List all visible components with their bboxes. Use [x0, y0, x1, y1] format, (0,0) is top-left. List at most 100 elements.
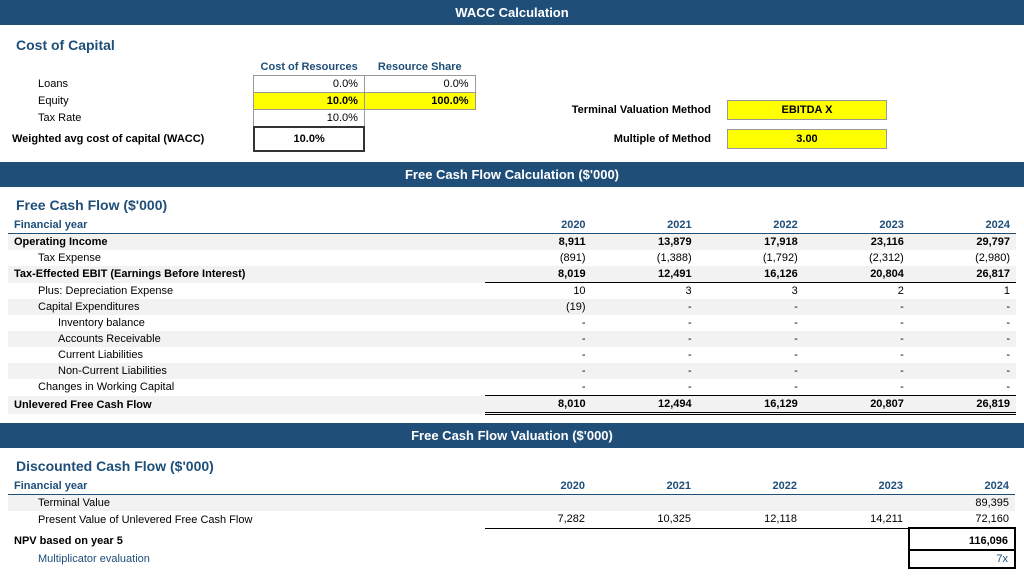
terminal-method-label: Terminal Valuation Method — [572, 104, 711, 116]
fcf-val-1-3: (2,312) — [804, 250, 910, 266]
fcf-val-5-3: - — [804, 315, 910, 331]
fcf-val-2-4: 26,817 — [910, 266, 1016, 283]
dcf-financial-year-label: Financial year — [8, 478, 485, 495]
equity-share[interactable]: 100.0% — [364, 93, 475, 110]
npv-empty-2 — [697, 528, 803, 550]
fcf-val-5-2: - — [698, 315, 804, 331]
fcf-label-9: Changes in Working Capital — [8, 379, 485, 396]
dcf-label-1: Present Value of Unlevered Free Cash Flo… — [8, 511, 485, 528]
fcf-row-5: Inventory balance----- — [8, 315, 1016, 331]
wacc-cost[interactable]: 10.0% — [254, 127, 365, 151]
multiplicator-label: Multiplicator evaluation — [8, 550, 485, 568]
fcf-val-3-4: 1 — [910, 283, 1016, 300]
fcf-row-3: Plus: Depreciation Expense103321 — [8, 283, 1016, 300]
fcf-label-4: Capital Expenditures — [8, 299, 485, 315]
fcf-val-0-2: 17,918 — [698, 234, 804, 251]
dcf-years-header: Financial year 2020 2021 2022 2023 2024 — [8, 478, 1015, 495]
loans-row: Loans 0.0% 0.0% — [8, 76, 1016, 93]
fcf-val-6-3: - — [804, 331, 910, 347]
fcf-row-1: Tax Expense(891)(1,388)(1,792)(2,312)(2,… — [8, 250, 1016, 266]
mult-empty-2 — [697, 550, 803, 568]
fcf-row-4: Capital Expenditures(19)---- — [8, 299, 1016, 315]
fcf-row-7: Current Liabilities----- — [8, 347, 1016, 363]
loans-share[interactable]: 0.0% — [364, 76, 475, 93]
fcf-label-10: Unlevered Free Cash Flow — [8, 396, 485, 414]
dcf-val-0-1 — [591, 495, 697, 512]
financial-year-label: Financial year — [8, 217, 485, 234]
fcf-val-8-1: - — [592, 363, 698, 379]
fcf-val-4-3: - — [804, 299, 910, 315]
fcf-val-2-0: 8,019 — [485, 266, 591, 283]
fcf-val-6-0: - — [485, 331, 591, 347]
fcf-val-9-2: - — [698, 379, 804, 396]
fcf-val-6-4: - — [910, 331, 1016, 347]
fcf-label-5: Inventory balance — [8, 315, 485, 331]
tax-rate-cost[interactable]: 10.0% — [254, 110, 365, 128]
npv-row: NPV based on year 5116,096 — [8, 528, 1015, 550]
cost-resources-header: Cost of Resources — [254, 59, 365, 76]
terminal-method-value[interactable]: EBITDA X — [727, 100, 887, 120]
valuation-header: Free Cash Flow Valuation ($'000) — [0, 423, 1024, 448]
year-2023: 2023 — [804, 217, 910, 234]
fcf-val-6-1: - — [592, 331, 698, 347]
fcf-val-3-2: 3 — [698, 283, 804, 300]
fcf-row-0: Operating Income8,91113,87917,91823,1162… — [8, 234, 1016, 251]
fcf-val-2-1: 12,491 — [592, 266, 698, 283]
fcf-val-3-0: 10 — [485, 283, 591, 300]
fcf-val-1-2: (1,792) — [698, 250, 804, 266]
fcf-val-8-2: - — [698, 363, 804, 379]
mult-empty-3 — [803, 550, 909, 568]
fcf-val-9-0: - — [485, 379, 591, 396]
equity-cost[interactable]: 10.0% — [254, 93, 365, 110]
fcf-val-7-0: - — [485, 347, 591, 363]
fcf-val-0-3: 23,116 — [804, 234, 910, 251]
fcf-val-4-4: - — [910, 299, 1016, 315]
fcf-val-5-0: - — [485, 315, 591, 331]
wacc-row: Weighted avg cost of capital (WACC) 10.0… — [8, 127, 1016, 151]
fcf-val-10-4: 26,819 — [910, 396, 1016, 414]
fcf-label-0: Operating Income — [8, 234, 485, 251]
year-2021: 2021 — [592, 217, 698, 234]
year-2020: 2020 — [485, 217, 591, 234]
loans-cost[interactable]: 0.0% — [254, 76, 365, 93]
dcf-val-1-1: 10,325 — [591, 511, 697, 528]
dcf-year-2022: 2022 — [697, 478, 803, 495]
fcf-val-8-0: - — [485, 363, 591, 379]
fcf-label-7: Current Liabilities — [8, 347, 485, 363]
mult-empty-1 — [591, 550, 697, 568]
fcf-val-7-2: - — [698, 347, 804, 363]
fcf-val-4-1: - — [592, 299, 698, 315]
npv-empty-3 — [803, 528, 909, 550]
dcf-year-2023: 2023 — [803, 478, 909, 495]
fcf-row-10: Unlevered Free Cash Flow8,01012,49416,12… — [8, 396, 1016, 414]
multiple-method-value[interactable]: 3.00 — [727, 129, 887, 149]
fcf-row-8: Non-Current Liabilities----- — [8, 363, 1016, 379]
fcf-val-9-3: - — [804, 379, 910, 396]
fcf-val-4-2: - — [698, 299, 804, 315]
dcf-year-2020: 2020 — [485, 478, 591, 495]
equity-label: Equity — [8, 93, 254, 110]
fcf-val-5-4: - — [910, 315, 1016, 331]
fcf-val-1-4: (2,980) — [910, 250, 1016, 266]
fcf-val-1-1: (1,388) — [592, 250, 698, 266]
resource-share-header: Resource Share — [364, 59, 475, 76]
fcf-val-0-0: 8,911 — [485, 234, 591, 251]
npv-label: NPV based on year 5 — [8, 528, 485, 550]
fcf-title: Free Cash Flow ($'000) — [8, 191, 1016, 215]
fcf-val-3-3: 2 — [804, 283, 910, 300]
dcf-label-0: Terminal Value — [8, 495, 485, 512]
equity-row: Equity 10.0% 100.0% Terminal Valuation M… — [8, 93, 1016, 110]
fcf-val-0-4: 29,797 — [910, 234, 1016, 251]
dcf-val-0-2 — [697, 495, 803, 512]
fcf-years-header: Financial year 2020 2021 2022 2023 2024 — [8, 217, 1016, 234]
tax-rate-label: Tax Rate — [8, 110, 254, 128]
fcf-val-7-3: - — [804, 347, 910, 363]
fcf-val-9-1: - — [592, 379, 698, 396]
fcf-val-5-1: - — [592, 315, 698, 331]
fcf-val-4-0: (19) — [485, 299, 591, 315]
year-2022: 2022 — [698, 217, 804, 234]
fcf-val-8-3: - — [804, 363, 910, 379]
fcf-val-9-4: - — [910, 379, 1016, 396]
fcf-val-10-1: 12,494 — [592, 396, 698, 414]
fcf-section-header: Free Cash Flow Calculation ($'000) — [0, 162, 1024, 187]
